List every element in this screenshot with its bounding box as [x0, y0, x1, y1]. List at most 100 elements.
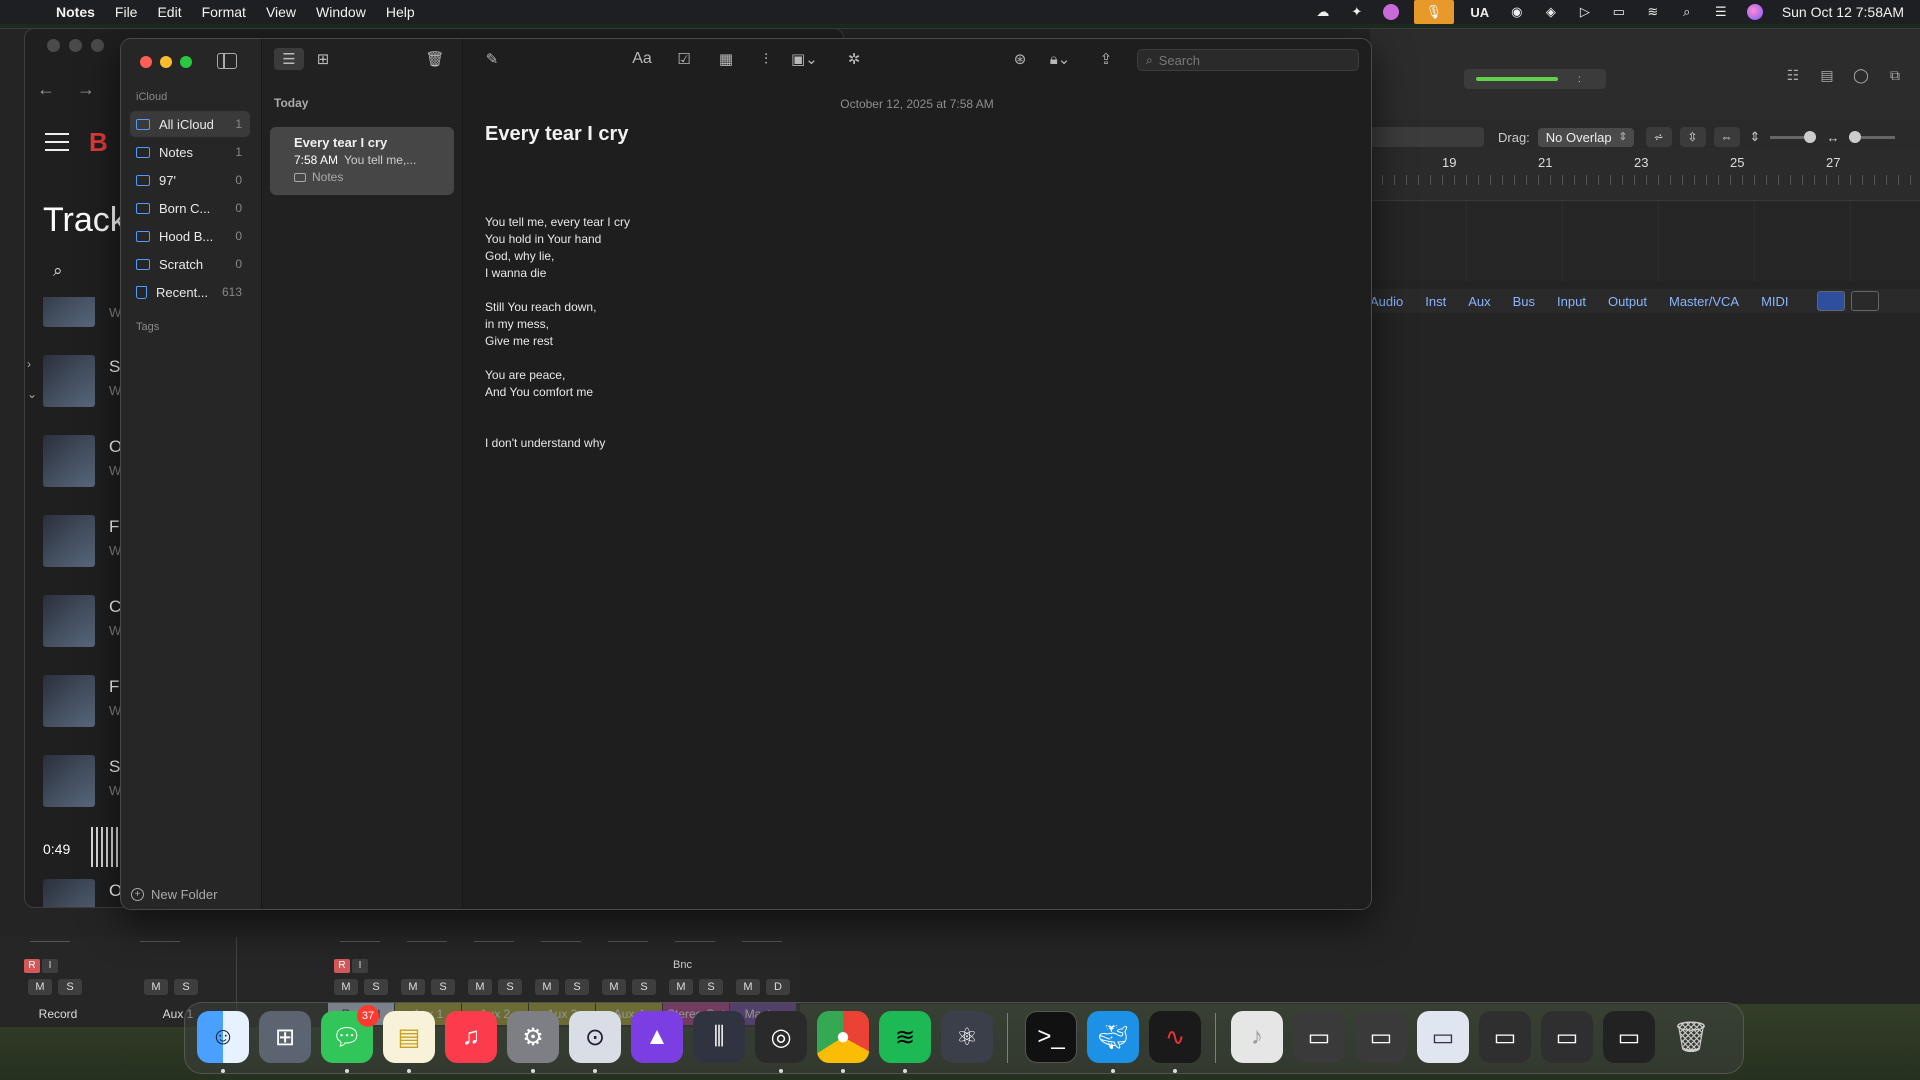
mute-button[interactable]: M [602, 979, 626, 995]
music-file-icon[interactable]: ♪ [1231, 1011, 1283, 1063]
note-list-item[interactable]: Every tear I cry 7:58 AM You tell me,... … [270, 127, 454, 195]
mute-button[interactable]: M [334, 979, 358, 995]
solo-button[interactable]: S [632, 979, 656, 995]
zoom-icon[interactable] [91, 39, 104, 52]
search-field[interactable]: ⌕ Search [1137, 49, 1359, 71]
mixer-tab-aux[interactable]: Aux [1468, 294, 1490, 309]
mixer-tab-output[interactable]: Output [1608, 294, 1647, 309]
lcd-display[interactable]: : [1464, 69, 1606, 89]
sidebar-item-hood-b[interactable]: Hood B... 0 [130, 223, 250, 249]
chevron-right-icon[interactable]: › [27, 357, 31, 371]
sidebar-toggle-icon[interactable] [217, 53, 237, 69]
mute-button[interactable]: M [468, 979, 492, 995]
menu-format[interactable]: Format [202, 4, 246, 20]
new-folder-button[interactable]: + New Folder [131, 887, 217, 902]
audio-waveform-icon[interactable]: ⫶ [755, 48, 777, 70]
forward-arrow-icon[interactable]: → [77, 79, 95, 100]
record-enable-button[interactable]: R [24, 959, 40, 973]
search-icon[interactable]: ⌕ [53, 261, 63, 281]
minimized-window-thumbnail[interactable]: ▭ [1417, 1011, 1469, 1063]
menu-clock[interactable]: Sun Oct 12 7:58AM [1782, 4, 1904, 20]
note-pad-icon[interactable]: ▤ [1814, 67, 1840, 89]
diamond-status-icon[interactable]: ◈ [1540, 3, 1562, 21]
timeline-ruler[interactable]: 19 21 23 25 27 [1370, 149, 1920, 201]
minimized-window-thumbnail[interactable]: ▭ [1355, 1011, 1407, 1063]
hamburger-menu-icon[interactable] [45, 133, 69, 151]
atom-app-icon[interactable]: ⚛ [941, 1011, 993, 1063]
spotify-icon[interactable]: ≋ [879, 1011, 931, 1063]
minimized-window-thumbnail[interactable]: ▭ [1603, 1011, 1655, 1063]
compose-icon[interactable]: ✎ [481, 48, 503, 70]
launchpad-icon[interactable]: ⊞ [259, 1011, 311, 1063]
minimize-icon[interactable] [160, 56, 172, 68]
tracks-area[interactable] [1370, 201, 1920, 281]
table-icon[interactable]: ▦ [715, 48, 737, 70]
vertical-zoom-slider[interactable] [1770, 130, 1817, 143]
finder-icon[interactable]: ☺ [197, 1011, 249, 1063]
list-view-icon[interactable]: ☰ [274, 48, 304, 70]
menu-edit[interactable]: Edit [157, 4, 181, 20]
solo-button[interactable]: S [364, 979, 388, 995]
site-logo[interactable]: B [89, 127, 108, 158]
solo-button[interactable]: S [565, 979, 589, 995]
sparkle-icon[interactable]: ✦ [1346, 3, 1368, 21]
trash-icon[interactable]: 🗑 [1665, 1011, 1717, 1063]
music-icon[interactable]: ♫ [445, 1011, 497, 1063]
menu-view[interactable]: View [266, 4, 296, 20]
media-icon[interactable]: ▣⌄ [791, 48, 818, 70]
share-icon[interactable]: ⇪ [1095, 48, 1117, 70]
minimized-window-thumbnail[interactable]: ▭ [1479, 1011, 1531, 1063]
input-monitor-button[interactable]: I [42, 959, 58, 973]
lock-icon[interactable]: 🔒︎⌄ [1049, 48, 1071, 70]
solo-button[interactable]: S [58, 979, 82, 995]
mixer-app-icon[interactable]: ⫼ [693, 1011, 745, 1063]
control-center-icon[interactable]: ☰ [1710, 3, 1732, 21]
mute-button[interactable]: M [736, 979, 760, 995]
arc-app-icon[interactable]: ▲ [631, 1011, 683, 1063]
bounce-label[interactable]: Bnc [673, 959, 692, 971]
system-settings-icon[interactable]: ⚙ [507, 1011, 559, 1063]
dim-button[interactable]: D [766, 979, 790, 995]
mixer-tab-bus[interactable]: Bus [1513, 294, 1535, 309]
cloud-sync-icon[interactable]: ☁ [1312, 3, 1334, 21]
battery-icon[interactable]: ▭ [1608, 3, 1630, 21]
zoom-icon[interactable] [180, 56, 192, 68]
app-status-icon[interactable]: ◉ [1506, 3, 1528, 21]
mixer-tab-master-vca[interactable]: Master/VCA [1669, 294, 1739, 309]
menu-app-notes[interactable]: Notes [56, 4, 95, 20]
sidebar-item-recently-deleted[interactable]: Recent... 613 [130, 279, 250, 305]
solo-button[interactable]: S [699, 979, 723, 995]
spotlight-search-icon[interactable]: ⌕ [1676, 3, 1698, 21]
mixer-tab-audio[interactable]: Audio [1370, 294, 1403, 309]
horizontal-fit-icon[interactable]: ⇔ [1713, 127, 1740, 147]
mixer-view-single-icon[interactable] [1816, 291, 1845, 311]
mixer-tab-input[interactable]: Input [1557, 294, 1586, 309]
drag-mode-select[interactable]: No Overlap [1537, 127, 1634, 147]
mute-button[interactable]: M [401, 979, 425, 995]
minimize-icon[interactable] [69, 39, 82, 52]
chrome-icon[interactable]: ● [817, 1011, 869, 1063]
solo-button[interactable]: S [498, 979, 522, 995]
sidebar-item-scratch[interactable]: Scratch 0 [130, 251, 250, 277]
mixer-view-split-icon[interactable] [1850, 291, 1879, 311]
markup-icon[interactable]: ✲ [843, 48, 865, 70]
chevron-down-icon[interactable]: ⌄ [27, 387, 37, 401]
note-body[interactable]: You tell me, every tear I cry You hold i… [485, 214, 630, 469]
ua-status-item[interactable]: UA [1466, 3, 1494, 21]
messages-icon[interactable]: 💬︎ 37 [321, 1005, 379, 1063]
terminal-icon[interactable]: >_ [1025, 1011, 1077, 1063]
minimized-window-thumbnail[interactable]: ▭ [1293, 1011, 1345, 1063]
solo-button[interactable]: S [431, 979, 455, 995]
input-monitor-button[interactable]: I [352, 959, 368, 973]
ua-console-icon[interactable]: ⊙ [569, 1011, 621, 1063]
close-icon[interactable] [140, 56, 152, 68]
text-format-icon[interactable]: Aa [631, 48, 653, 70]
horizontal-zoom-slider[interactable] [1849, 130, 1896, 143]
record-enable-button[interactable]: R [334, 959, 350, 973]
mute-button[interactable]: M [535, 979, 559, 995]
solo-button[interactable]: S [174, 979, 198, 995]
audio-editor-icon[interactable]: ∿ [1149, 1011, 1201, 1063]
notes-app-icon[interactable]: ▤ [383, 1011, 435, 1063]
back-arrow-icon[interactable]: ← [37, 79, 55, 100]
minimized-window-thumbnail[interactable]: ▭ [1541, 1011, 1593, 1063]
